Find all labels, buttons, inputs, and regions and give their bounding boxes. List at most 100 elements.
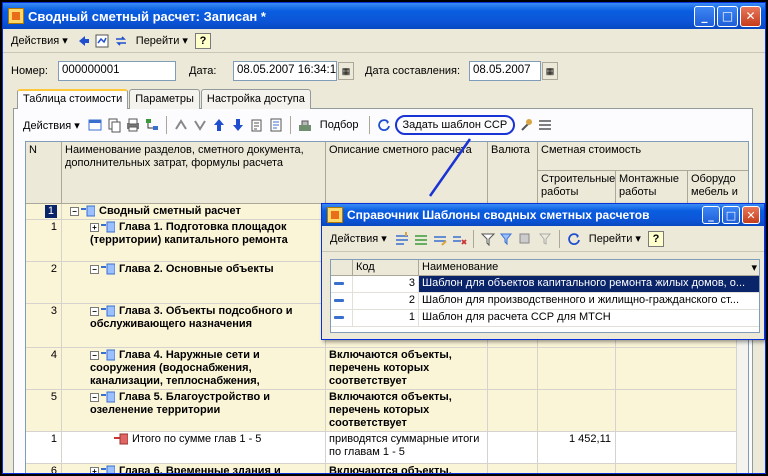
add-item-icon[interactable]: [394, 231, 410, 247]
main-toolbar: Действия ▾ Перейти ▾ ?: [3, 29, 765, 53]
dialog-help-button[interactable]: ?: [647, 230, 664, 247]
compile-date-field[interactable]: 08.05.2007: [469, 61, 541, 81]
dialog-title: Справочник Шаблоны сводных сметных расче…: [347, 208, 650, 222]
row-currency: [488, 348, 538, 389]
item-icon: [331, 276, 353, 292]
goto-menu[interactable]: Перейти ▾: [132, 33, 192, 48]
item-code: 2: [353, 293, 419, 309]
templates-dialog: Справочник Шаблоны сводных сметных расче…: [321, 203, 765, 340]
col-installation-header[interactable]: Монтажные работы: [616, 171, 688, 204]
dialog-actions-label: Действия: [330, 233, 379, 245]
table-row[interactable]: 1 Итого по сумме глав 1 - 5 приводятся с…: [26, 432, 748, 464]
item-icon: [331, 310, 353, 326]
dialog-maximize-button[interactable]: □: [722, 206, 740, 224]
print-icon[interactable]: [125, 117, 141, 133]
row-name: − Глава 2. Основные объекты: [62, 262, 326, 303]
row-name-text: Глава 6. Временные здания и: [119, 465, 281, 474]
col-currency-header[interactable]: Валюта: [488, 142, 538, 204]
col-equipment-header[interactable]: Оборудо мебель и: [688, 171, 748, 204]
group-icon: [81, 205, 96, 217]
tab-parameters[interactable]: Параметры: [129, 89, 200, 109]
col-description-header[interactable]: Описание сметного расчета: [326, 142, 488, 204]
col-name-header[interactable]: Наименование ▾: [419, 260, 759, 276]
row-name-text: Глава 2. Основные объекты: [119, 263, 274, 275]
table-row[interactable]: 6 + Глава 6. Временные здания и Включаютс…: [26, 464, 748, 474]
row-number-selected: 1: [44, 205, 57, 218]
row-construction: 1 452,11: [538, 432, 616, 463]
move-up-icon[interactable]: [211, 117, 227, 133]
row-name-text: Сводный сметный расчет: [99, 205, 241, 217]
add-row-icon[interactable]: [87, 117, 103, 133]
dialog-refresh-icon[interactable]: [566, 231, 582, 247]
delete-item-icon[interactable]: [451, 231, 467, 247]
group-icon: [101, 465, 116, 473]
col-cost-header[interactable]: Сметная стоимость: [538, 142, 748, 171]
close-button[interactable]: ✕: [740, 5, 761, 27]
select-icon[interactable]: [297, 117, 313, 133]
tab-access-settings[interactable]: Настройка доступа: [200, 89, 311, 109]
edit-item-icon[interactable]: [432, 231, 448, 247]
col-code-header[interactable]: Код: [353, 260, 419, 276]
date-field[interactable]: 08.05.2007 16:34:15: [233, 61, 337, 81]
set-template-button[interactable]: Задать шаблон ССР: [394, 115, 516, 135]
col-n-header[interactable]: N: [26, 142, 62, 204]
move-down-icon[interactable]: [230, 117, 246, 133]
expand-icon[interactable]: −: [90, 392, 99, 402]
dialog-actions-menu[interactable]: Действия ▾: [326, 231, 391, 246]
expand-icon[interactable]: +: [90, 466, 99, 473]
col-construction-header[interactable]: Строительные работы: [538, 171, 616, 204]
actions-menu[interactable]: Действия ▾: [7, 33, 72, 48]
tree-icon[interactable]: [144, 117, 160, 133]
document-icon[interactable]: [268, 117, 284, 133]
expand-icon[interactable]: −: [90, 306, 99, 316]
table-row[interactable]: 4 − Глава 4. Наружные сети и сооружения (…: [26, 348, 748, 390]
list-icon[interactable]: [537, 117, 553, 133]
maximize-button[interactable]: □: [717, 5, 738, 27]
tools-icon[interactable]: [518, 117, 534, 133]
window-title: Сводный сметный расчет: Записан *: [28, 8, 266, 24]
expand-icon[interactable]: −: [90, 264, 99, 274]
copy-icon[interactable]: [106, 117, 122, 133]
row-number: 6: [26, 464, 62, 473]
item-name: Шаблон для расчета ССР для МТСН: [419, 310, 759, 326]
minimize-button[interactable]: _: [694, 5, 715, 27]
clear-filter-icon[interactable]: [537, 231, 553, 247]
refresh-arrows-icon[interactable]: [113, 33, 129, 49]
dialog-title-bar[interactable]: Справочник Шаблоны сводных сметных расче…: [322, 204, 764, 226]
help-button[interactable]: ?: [194, 32, 211, 49]
number-field[interactable]: 000000001: [58, 61, 176, 81]
row-construction: [538, 348, 616, 389]
select-button[interactable]: Подбор: [316, 118, 363, 132]
sort-icon[interactable]: [249, 117, 265, 133]
row-name-text: Итого по сумме глав 1 - 5: [132, 433, 262, 445]
title-bar[interactable]: Сводный сметный расчет: Записан * _ □ ✕: [3, 3, 765, 29]
table-actions-menu[interactable]: Действия ▾: [19, 118, 84, 133]
tab-cost-table[interactable]: Таблица стоимости: [17, 89, 129, 109]
filter-value-icon[interactable]: [499, 231, 515, 247]
hierarchy-icon[interactable]: [518, 231, 534, 247]
filter-icon[interactable]: [480, 231, 496, 247]
list-item[interactable]: 2 Шаблон для производственного и жилищно…: [331, 293, 759, 310]
catalog-icon: [327, 207, 343, 223]
refresh-icon[interactable]: [376, 117, 392, 133]
table-row[interactable]: 5 − Глава 5. Благоустройство и озеленение…: [26, 390, 748, 432]
list-item[interactable]: 1 Шаблон для расчета ССР для МТСН: [331, 310, 759, 327]
calendar-icon-2[interactable]: ▦: [542, 62, 558, 80]
templates-list[interactable]: Код Наименование ▾ 3 Шаблон для объектов …: [330, 259, 760, 333]
level-up-icon[interactable]: [173, 117, 189, 133]
level-down-icon[interactable]: [192, 117, 208, 133]
sort-desc-icon: ▾: [751, 262, 757, 274]
collapse-icon[interactable]: −: [70, 206, 79, 216]
calendar-icon[interactable]: ▦: [338, 62, 354, 80]
back-arrow-icon[interactable]: [75, 33, 91, 49]
dialog-goto-menu[interactable]: Перейти ▾: [585, 231, 645, 246]
add-group-icon[interactable]: [413, 231, 429, 247]
grid-header: N Наименование разделов, сметного докуме…: [26, 142, 748, 204]
col-name-header[interactable]: Наименование разделов, сметного документ…: [62, 142, 326, 204]
list-item[interactable]: 3 Шаблон для объектов капитального ремон…: [331, 276, 759, 293]
dialog-minimize-button[interactable]: _: [702, 206, 720, 224]
dialog-close-button[interactable]: ✕: [742, 206, 760, 224]
expand-icon[interactable]: +: [90, 222, 99, 232]
expand-icon[interactable]: −: [90, 350, 99, 360]
structure-icon[interactable]: [94, 33, 110, 49]
